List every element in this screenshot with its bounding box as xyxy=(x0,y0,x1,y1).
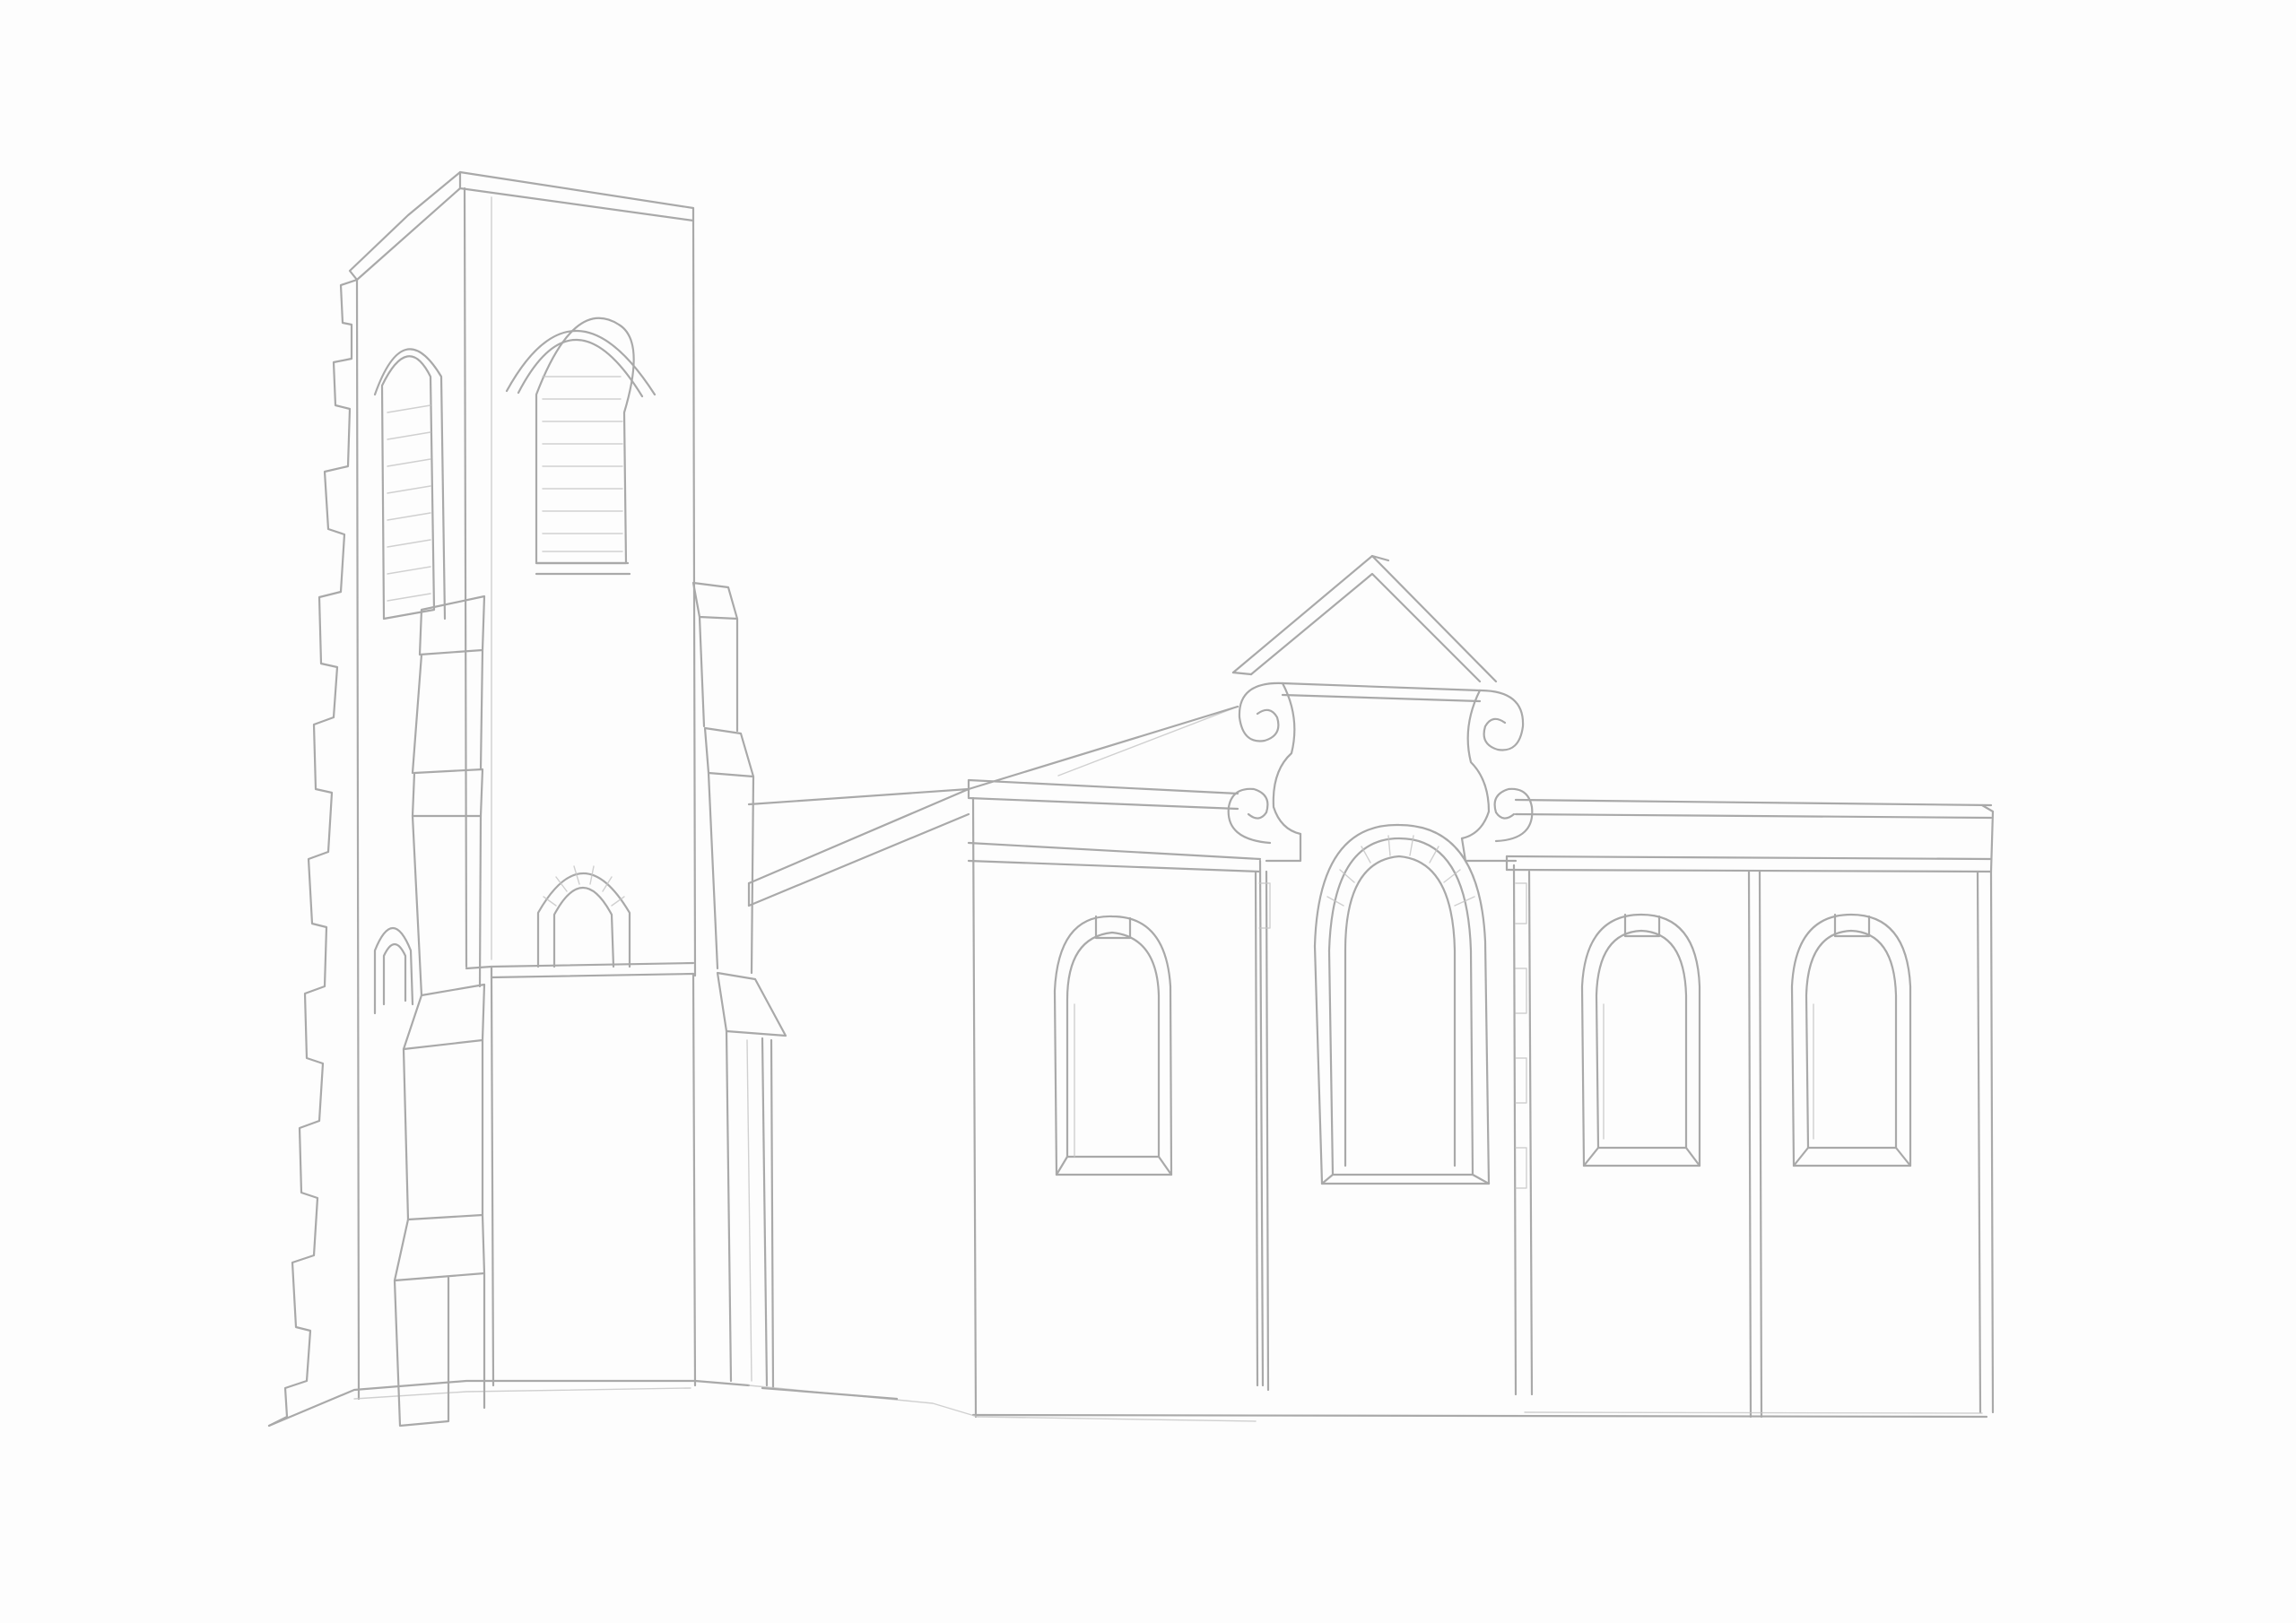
sketch-paper xyxy=(0,0,2296,1623)
left-scroll xyxy=(1238,681,1284,742)
nave-window-2 xyxy=(1595,929,1688,1150)
bell-tower xyxy=(267,170,787,1428)
nave-right-block xyxy=(971,798,1995,1419)
belfry-window-front xyxy=(535,317,635,565)
central-gable-bay xyxy=(1227,554,1534,1396)
nave-left-block xyxy=(967,778,1262,1422)
nave-window-3 xyxy=(1805,929,1898,1150)
nave-window-1 xyxy=(1065,931,1161,1159)
belfry-window-side xyxy=(380,355,436,621)
church-pencil-sketch xyxy=(267,170,1995,1428)
connecting-wall xyxy=(748,1038,978,1418)
tower-small-window xyxy=(552,887,615,968)
central-window xyxy=(1344,855,1457,1167)
right-scroll xyxy=(1478,689,1525,751)
